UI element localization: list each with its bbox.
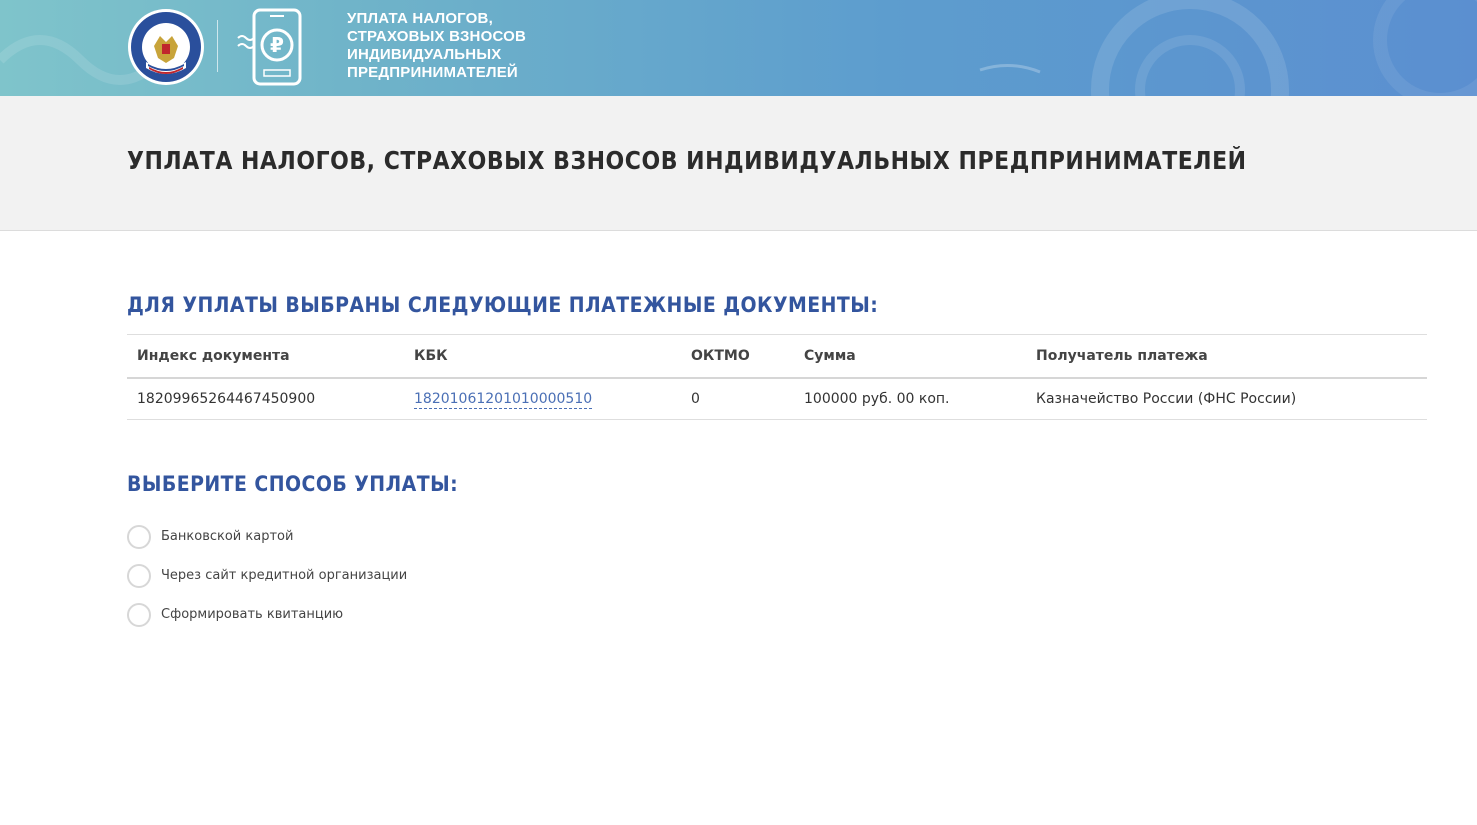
radio-button[interactable] [127,563,151,588]
column-header-index: Индекс документа [127,334,404,379]
payment-option-credit-org-site[interactable]: Через сайт кредитной организации [127,556,407,595]
header-title-line: индивидуальных [347,46,502,63]
documents-heading: ДЛЯ УПЛАТЫ ВЫБРАНЫ СЛЕДУЮЩИЕ ПЛАТЕЖНЫЕ Д… [127,293,879,317]
mobile-payment-icon: ₽ [237,8,302,86]
cell-amount: 100000 руб. 00 коп. [794,377,1026,420]
site-header: ₽ Уплата налогов, страховых взносов инди… [0,0,1477,96]
cell-kbk: 18201061201010000510 [404,377,681,420]
fns-emblem-icon[interactable] [127,8,205,86]
column-header-recipient: Получатель платежа [1026,334,1427,379]
page-title: УПЛАТА НАЛОГОВ, СТРАХОВЫХ ВЗНОСОВ ИНДИВИ… [127,146,1247,175]
table-header-row: Индекс документа КБК ОКТМО Сумма Получат… [127,334,1427,379]
table-row: 18209965264467450900 1820106120101000051… [127,377,1427,420]
column-header-kbk: КБК [404,334,681,379]
payment-option-bank-card[interactable]: Банковской картой [127,517,407,556]
header-title: Уплата налогов, страховых взносов индиви… [347,10,567,82]
banner-decoration [0,0,1477,96]
payment-method-list: Банковской картой Через сайт кредитной о… [127,517,407,634]
kbk-link[interactable]: 18201061201010000510 [414,390,593,409]
header-title-line: страховых взносов [347,28,527,45]
header-divider [217,20,218,72]
svg-text:₽: ₽ [270,33,284,57]
cell-document-index: 18209965264467450900 [127,377,404,420]
payment-option-label: Сформировать квитанцию [161,607,344,622]
documents-table: Индекс документа КБК ОКТМО Сумма Получат… [127,334,1427,420]
cell-recipient: Казначейство России (ФНС России) [1026,377,1427,420]
cell-oktmo: 0 [681,377,794,420]
radio-button[interactable] [127,602,151,627]
column-header-amount: Сумма [794,334,1026,379]
payment-option-label: Банковской картой [161,529,294,544]
column-header-oktmo: ОКТМО [681,334,794,379]
radio-button[interactable] [127,524,151,549]
header-title-line: предпринимателей [347,64,518,81]
payment-option-label: Через сайт кредитной организации [161,568,408,583]
payment-method-heading: ВЫБЕРИТЕ СПОСОБ УПЛАТЫ: [127,472,459,496]
page-title-band: УПЛАТА НАЛОГОВ, СТРАХОВЫХ ВЗНОСОВ ИНДИВИ… [0,96,1477,231]
header-title-line: Уплата налогов, [347,10,493,27]
payment-option-receipt[interactable]: Сформировать квитанцию [127,595,407,634]
